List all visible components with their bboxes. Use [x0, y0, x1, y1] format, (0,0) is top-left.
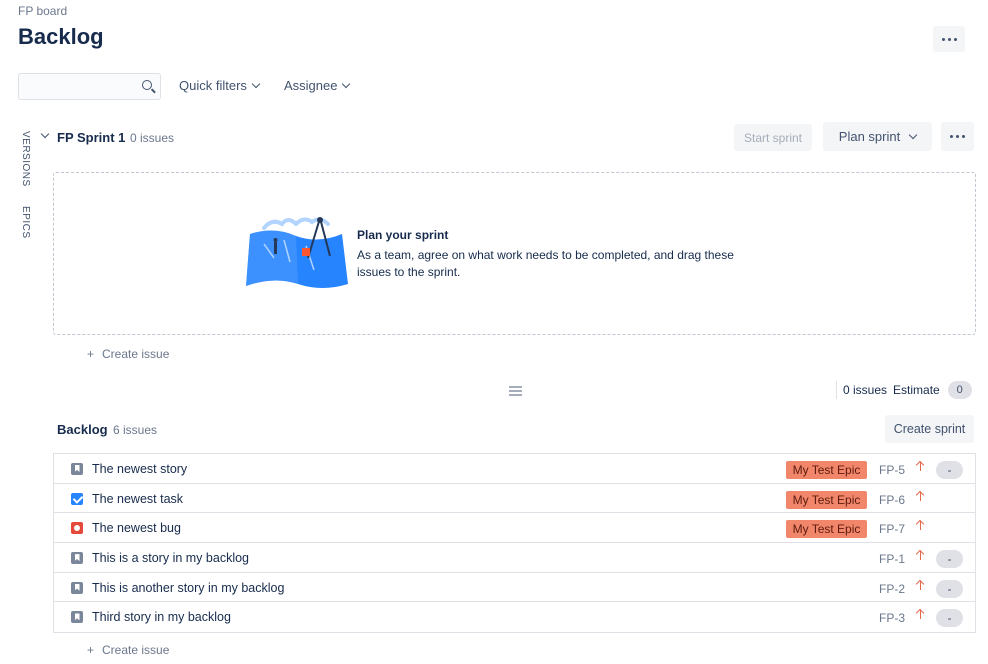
- story-icon: [71, 552, 83, 565]
- quick-filters-dropdown[interactable]: Quick filters: [179, 78, 261, 93]
- issue-summary: The newest story: [92, 462, 188, 476]
- drag-handle-icon[interactable]: [509, 383, 522, 397]
- epic-lozenge[interactable]: My Test Epic: [786, 490, 867, 509]
- issue-summary: This is another story in my backlog: [92, 580, 285, 595]
- versions-tab[interactable]: VERSIONS: [20, 131, 31, 187]
- epic-lozenge[interactable]: My Test Epic: [786, 461, 867, 479]
- backlog-create-issue-button[interactable]: + Create issue: [87, 643, 169, 657]
- page-title: Backlog: [18, 24, 104, 49]
- divider: [836, 381, 837, 399]
- plan-sprint-illustration: [246, 217, 348, 288]
- sprint-collapse-chevron-icon[interactable]: [40, 129, 50, 139]
- arrow-up-icon: [916, 549, 925, 561]
- backlog-issue-count: 6 issues: [113, 423, 158, 437]
- create-sprint-button[interactable]: Create sprint: [885, 415, 974, 443]
- plan-sprint-button[interactable]: Plan sprint: [823, 122, 932, 151]
- sprint-create-issue-button[interactable]: + Create issue: [87, 347, 169, 361]
- more-icon: [941, 37, 957, 41]
- issue-summary: This is a story in my backlog: [92, 551, 249, 566]
- chevron-down-icon: [251, 79, 261, 88]
- search-input[interactable]: [18, 73, 161, 100]
- board-name[interactable]: FP board: [18, 4, 67, 18]
- table-row[interactable]: Third story in my backlog FP-3 -: [54, 602, 975, 632]
- issue-key[interactable]: FP-1: [879, 552, 905, 566]
- estimate-badge[interactable]: -: [936, 550, 963, 569]
- issue-key[interactable]: FP-7: [879, 522, 905, 536]
- plan-sprint-description: As a team, agree on what work needs to b…: [357, 248, 734, 279]
- sprint-totals: 0 issues Estimate 0: [836, 381, 972, 399]
- plan-sprint-label: Plan sprint: [838, 129, 901, 144]
- epic-lozenge[interactable]: My Test Epic: [786, 520, 867, 539]
- assignee-dropdown[interactable]: Assignee: [284, 78, 351, 93]
- plus-icon: +: [87, 347, 95, 361]
- chevron-down-icon: [342, 79, 351, 88]
- table-row[interactable]: This is a story in my backlog FP-1 -: [54, 543, 975, 573]
- story-icon: [71, 463, 83, 475]
- sprint-name[interactable]: FP Sprint 1: [57, 130, 125, 145]
- sprint-issue-count: 0 issues: [130, 131, 175, 145]
- story-icon: [71, 611, 83, 624]
- create-issue-label: Create issue: [102, 643, 170, 657]
- issue-key[interactable]: FP-2: [879, 582, 905, 596]
- estimate-total-badge: 0: [947, 381, 972, 399]
- arrow-up-icon: [916, 460, 925, 472]
- estimate-badge[interactable]: -: [936, 579, 963, 598]
- backlog-name: Backlog: [57, 422, 108, 437]
- issue-summary: Third story in my backlog: [92, 610, 231, 625]
- story-icon: [71, 581, 83, 594]
- header-more-button[interactable]: [933, 26, 965, 52]
- issue-key[interactable]: FP-5: [879, 463, 905, 477]
- table-row[interactable]: The newest task My Test Epic FP-6: [54, 484, 975, 514]
- issue-key[interactable]: FP-3: [879, 611, 905, 625]
- assignee-label: Assignee: [284, 78, 338, 93]
- create-issue-label: Create issue: [102, 347, 170, 361]
- issue-summary: The newest bug: [92, 521, 181, 536]
- sprint-more-button[interactable]: [941, 122, 974, 151]
- table-row[interactable]: This is another story in my backlog FP-2…: [54, 573, 975, 603]
- table-row[interactable]: The newest story My Test Epic FP-5 -: [54, 454, 975, 484]
- search-icon: [142, 80, 152, 90]
- more-icon: [950, 135, 965, 138]
- table-row[interactable]: The newest bug My Test Epic FP-7: [54, 513, 975, 544]
- epics-tab[interactable]: EPICS: [20, 206, 31, 239]
- task-icon: [71, 492, 83, 505]
- bug-icon: [71, 522, 83, 535]
- estimate-badge[interactable]: -: [936, 609, 963, 628]
- arrow-up-icon: [916, 579, 925, 591]
- backlog-issue-list: The newest story My Test Epic FP-5 - The…: [53, 453, 976, 634]
- plan-sprint-title: Plan your sprint: [357, 228, 449, 242]
- arrow-up-icon: [916, 519, 925, 531]
- estimate-label: Estimate: [893, 383, 940, 397]
- sprint-total-issues: 0 issues: [843, 383, 888, 397]
- quick-filters-label: Quick filters: [179, 78, 247, 93]
- issue-summary: The newest task: [92, 491, 184, 506]
- issue-key[interactable]: FP-6: [879, 493, 905, 507]
- plus-icon: +: [87, 643, 95, 657]
- arrow-up-icon: [916, 490, 925, 502]
- estimate-badge[interactable]: -: [936, 461, 963, 479]
- chevron-down-icon: [908, 130, 918, 139]
- arrow-up-icon: [916, 608, 925, 620]
- start-sprint-button[interactable]: Start sprint: [734, 124, 812, 151]
